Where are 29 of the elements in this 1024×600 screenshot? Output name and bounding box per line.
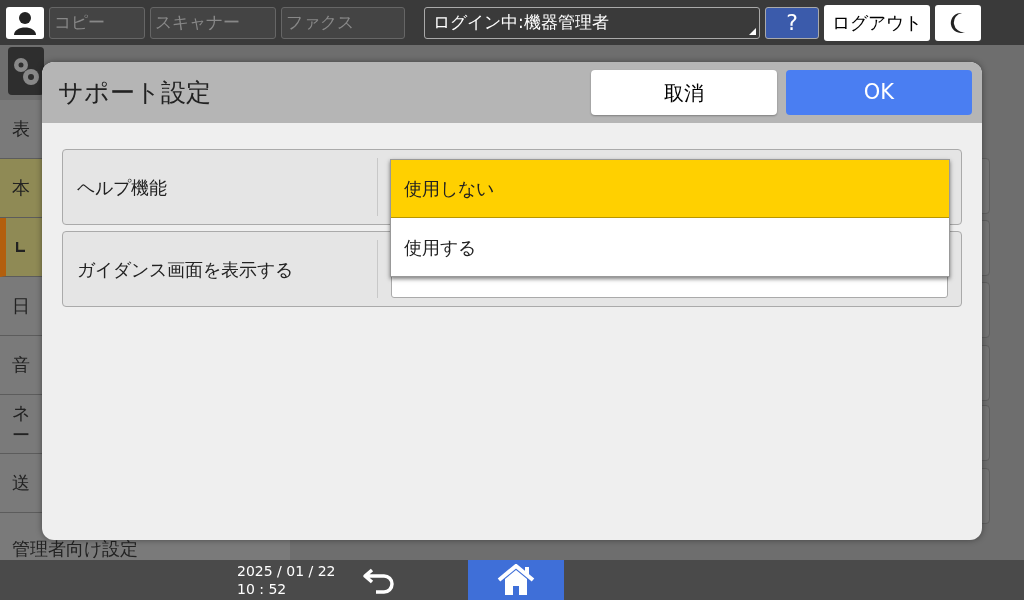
- dropdown-option[interactable]: 使用する: [391, 218, 949, 276]
- sidebar-item-text: 表: [12, 117, 30, 141]
- cancel-button[interactable]: 取消: [591, 70, 777, 115]
- sidebar-item-text: 音: [12, 353, 30, 377]
- help-button[interactable]: ?: [765, 6, 819, 39]
- sidebar-item-text: 管理者向け設定: [12, 537, 138, 560]
- dialog-title: サポート設定: [58, 76, 211, 109]
- sidebar-item-text: 日: [12, 294, 30, 318]
- user-button[interactable]: [6, 6, 44, 39]
- date-text: 2025 / 01 / 22: [237, 562, 336, 580]
- time-text: 10 : 52: [237, 580, 288, 598]
- night-mode-button[interactable]: [935, 4, 981, 41]
- sidebar-item-text: ネ: [12, 401, 30, 424]
- sidebar-item[interactable]: 本: [0, 159, 42, 218]
- dropdown-option[interactable]: 使用しない: [391, 160, 949, 218]
- corner-mark-icon: [16, 242, 25, 252]
- sidebar-item-text: 本: [12, 176, 30, 200]
- sidebar-item-text: 送: [12, 471, 30, 495]
- logout-button[interactable]: ログアウト: [824, 4, 930, 41]
- home-icon: [497, 564, 535, 596]
- home-button[interactable]: [468, 560, 564, 600]
- setting-label: ヘルプ機能: [76, 175, 168, 200]
- ok-button[interactable]: OK: [786, 70, 972, 115]
- corner-triangle-icon: [749, 27, 756, 35]
- sidebar-item-text: ー: [12, 424, 30, 447]
- setting-label: ガイダンス画面を表示する: [76, 257, 294, 282]
- moon-icon: [950, 11, 966, 34]
- login-text: ログイン中:機器管理者: [433, 10, 609, 34]
- login-dropdown[interactable]: ログイン中:機器管理者: [424, 6, 760, 39]
